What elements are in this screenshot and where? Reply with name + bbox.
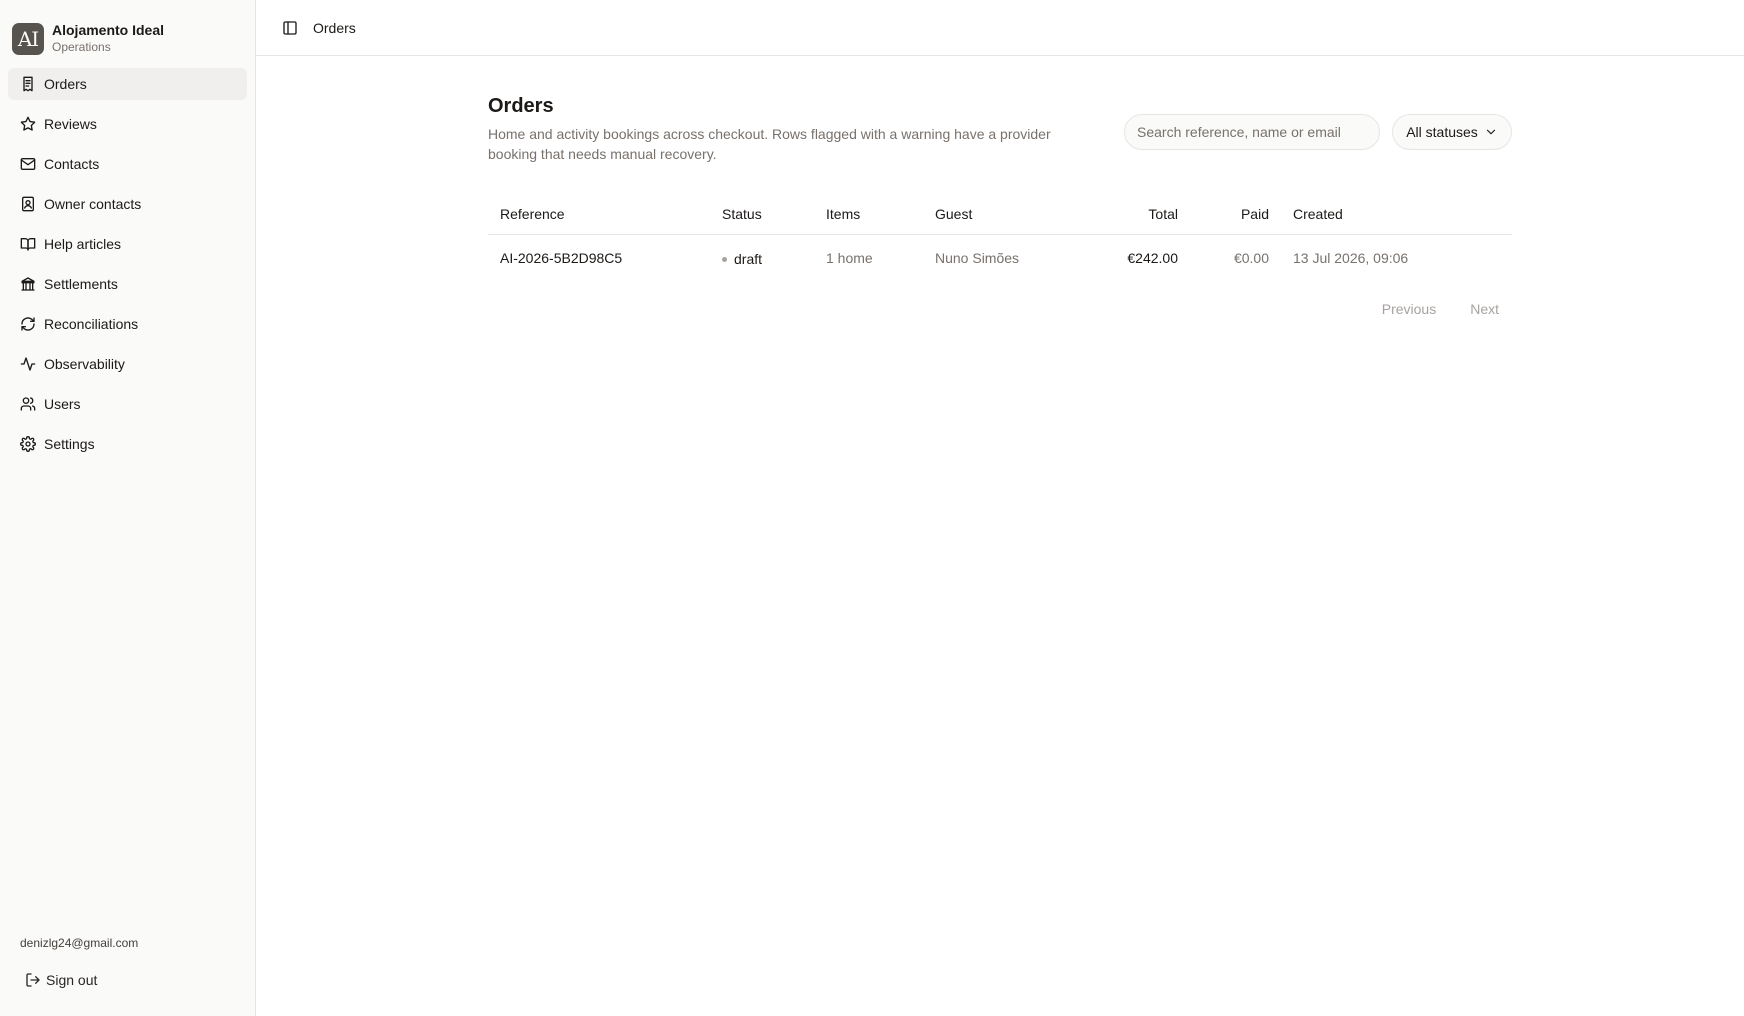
brand-subtitle: Operations [52, 40, 111, 54]
order-items: 1 home [814, 234, 923, 283]
panel-left-icon [283, 20, 297, 35]
sidebar-item-label: Owner contacts [44, 196, 142, 212]
status-dot-icon [722, 256, 727, 262]
table-header-row: Reference Status Items Guest Total Paid … [488, 194, 1512, 235]
order-status: draft [710, 234, 814, 283]
sign-out-button[interactable]: Sign out [20, 966, 235, 994]
activity-icon [20, 356, 36, 372]
logout-icon [26, 973, 40, 987]
sidebar-item-label: Settlements [44, 276, 118, 292]
sidebar-item-settings[interactable]: Settings [8, 428, 247, 460]
brand-name: Alojamento Ideal [52, 22, 165, 38]
previous-page-button[interactable]: Previous [1382, 301, 1436, 317]
star-icon [20, 116, 36, 132]
mail-icon [20, 156, 36, 172]
sidebar-item-label: Settings [44, 436, 95, 452]
sidebar-toggle-button[interactable] [276, 14, 304, 42]
sidebar-item-orders[interactable]: Orders [8, 68, 247, 100]
refresh-icon [20, 316, 36, 332]
user-email: denizlg24@gmail.com [20, 936, 139, 950]
sidebar-nav: Orders Reviews Contacts Owner contacts H… [0, 64, 255, 464]
sidebar-item-label: Reviews [44, 116, 97, 132]
brand-logo: AI [12, 22, 44, 55]
sidebar-item-label: Contacts [44, 156, 100, 172]
sidebar-item-settlements[interactable]: Settlements [8, 268, 247, 300]
sidebar-item-users[interactable]: Users [8, 388, 247, 420]
main: Orders Orders Home and activity bookings… [256, 0, 1744, 1016]
column-header-total[interactable]: Total [1083, 194, 1190, 235]
sidebar-item-label: Users [44, 396, 81, 412]
sidebar-item-reconciliations[interactable]: Reconciliations [8, 308, 247, 340]
order-reference[interactable]: AI-2026-5B2D98C5 [488, 234, 710, 283]
book-icon [20, 236, 36, 252]
breadcrumb: Orders [313, 19, 356, 36]
filters: All statuses [1124, 114, 1512, 150]
next-page-button[interactable]: Next [1470, 301, 1499, 317]
order-paid: €0.00 [1190, 234, 1281, 283]
sidebar: AI Alojamento Ideal Operations Orders Re… [0, 0, 256, 1016]
sidebar-footer: denizlg24@gmail.com Sign out [0, 936, 255, 1016]
sidebar-item-reviews[interactable]: Reviews [8, 108, 247, 140]
status-filter-select[interactable]: All statuses [1392, 114, 1512, 150]
sidebar-item-label: Observability [44, 356, 125, 372]
order-guest: Nuno Simões [923, 234, 1083, 283]
pagination: Previous Next [488, 301, 1512, 317]
page-header: Orders Home and activity bookings across… [488, 92, 1512, 164]
order-created: 13 Jul 2026, 09:06 [1281, 234, 1512, 283]
page-heading: Orders Home and activity bookings across… [488, 92, 1068, 164]
status-badge: draft [722, 251, 762, 267]
column-header-paid[interactable]: Paid [1190, 194, 1281, 235]
sidebar-item-help-articles[interactable]: Help articles [8, 228, 247, 260]
status-filter-value: All statuses [1406, 124, 1478, 140]
sidebar-item-label: Help articles [44, 236, 122, 252]
bank-icon [20, 276, 36, 292]
brand-text: Alojamento Ideal Operations [52, 22, 164, 55]
sidebar-item-label: Orders [44, 76, 87, 92]
gear-icon [20, 436, 36, 452]
sign-out-label: Sign out [46, 972, 98, 988]
page-description: Home and activity bookings across checko… [488, 126, 1051, 162]
column-header-guest[interactable]: Guest [923, 194, 1083, 235]
chevron-down-icon [1486, 129, 1495, 135]
orders-content: Orders Home and activity bookings across… [488, 56, 1512, 317]
sidebar-item-label: Reconciliations [44, 316, 139, 332]
brand[interactable]: AI Alojamento Ideal Operations [0, 0, 255, 64]
topbar: Orders [256, 0, 1744, 56]
contact-book-icon [20, 196, 36, 212]
order-total: €242.00 [1083, 234, 1190, 283]
sidebar-item-owner-contacts[interactable]: Owner contacts [8, 188, 247, 220]
sidebar-item-observability[interactable]: Observability [8, 348, 247, 380]
sidebar-item-contacts[interactable]: Contacts [8, 148, 247, 180]
search-input[interactable] [1124, 114, 1380, 150]
orders-table: Reference Status Items Guest Total Paid … [488, 194, 1512, 283]
users-icon [20, 396, 36, 412]
column-header-items[interactable]: Items [814, 194, 923, 235]
status-label: draft [734, 251, 763, 268]
page-title: Orders [488, 95, 554, 117]
column-header-created[interactable]: Created [1281, 194, 1512, 235]
column-header-status[interactable]: Status [710, 194, 814, 235]
column-header-reference[interactable]: Reference [488, 194, 710, 235]
table-row[interactable]: AI-2026-5B2D98C5 draft 1 home Nuno Simõe… [488, 234, 1512, 283]
receipt-icon [20, 76, 36, 92]
